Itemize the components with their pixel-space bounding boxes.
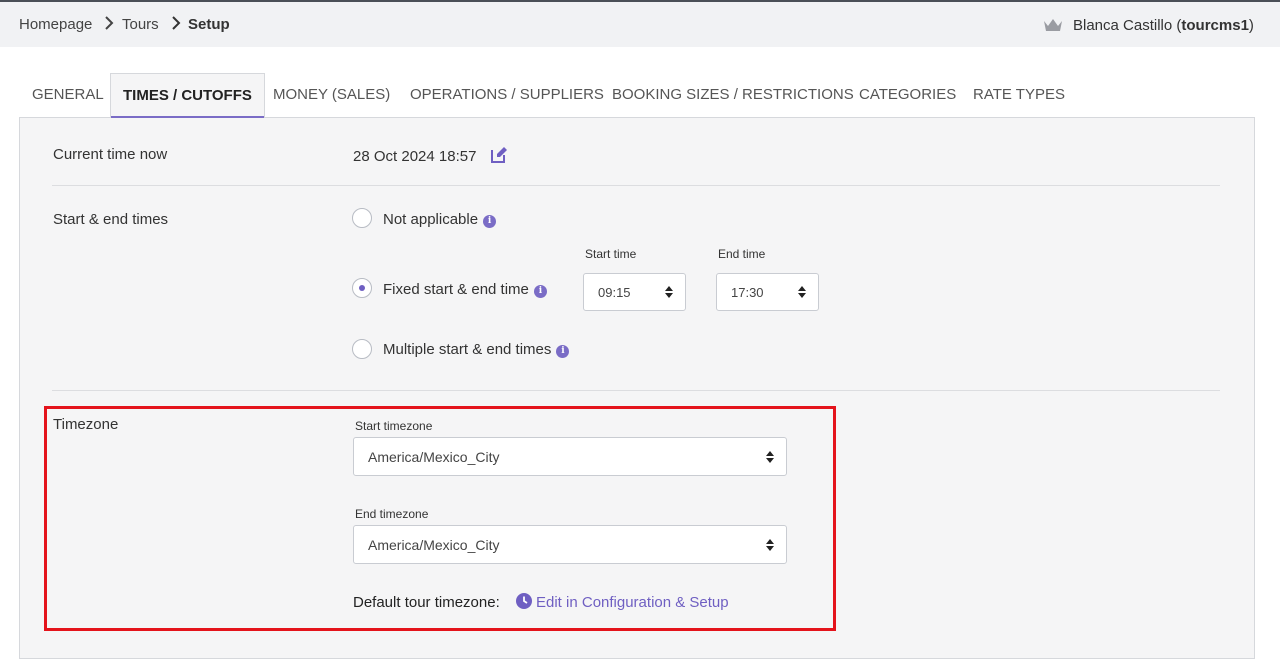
tab-categories[interactable]: CATEGORIES (859, 73, 956, 117)
end-time-select[interactable]: 17:30 (716, 273, 819, 311)
breadcrumb-current: Setup (188, 16, 230, 33)
option-label: Not applicable (383, 211, 479, 228)
option-multiple-start-end: Multiple start & end times i (383, 341, 570, 358)
current-time-label: Current time now (53, 146, 168, 163)
crown-icon (1044, 19, 1062, 31)
info-icon[interactable]: i (556, 345, 570, 358)
option-fixed-start-end: Fixed start & end time i (383, 281, 547, 298)
sort-arrows-icon (798, 286, 806, 298)
tab-operations-suppliers[interactable]: OPERATIONS / SUPPLIERS (410, 73, 604, 117)
tab-booking-sizes[interactable]: BOOKING SIZES / RESTRICTIONS (612, 73, 854, 117)
divider (52, 185, 1220, 186)
start-end-label: Start & end times (53, 211, 169, 228)
header-bar: Homepage Tours Setup Blanca Castillo (to… (0, 2, 1280, 47)
radio-fixed-start-end[interactable] (352, 278, 372, 298)
edit-icon[interactable] (490, 146, 508, 164)
info-icon[interactable]: i (483, 215, 497, 228)
user-menu[interactable]: Blanca Castillo (tourcms1) (1073, 17, 1254, 34)
divider (52, 390, 1220, 391)
breadcrumb-home[interactable]: Homepage (19, 16, 92, 33)
breadcrumb-tours[interactable]: Tours (122, 16, 159, 33)
user-name: Blanca Castillo ( (1073, 17, 1182, 34)
end-time-value: 17:30 (731, 285, 764, 300)
option-label: Fixed start & end time (383, 281, 529, 298)
chevron-right-icon (105, 16, 114, 30)
tab-times-cutoffs[interactable]: TIMES / CUTOFFS (110, 73, 265, 118)
info-icon[interactable]: i (533, 285, 547, 298)
radio-multiple-start-end[interactable] (352, 339, 372, 359)
end-time-label: End time (718, 247, 766, 261)
user-close: ) (1248, 17, 1254, 34)
option-not-applicable: Not applicable i (383, 211, 497, 228)
tab-rate-types[interactable]: RATE TYPES (973, 73, 1065, 117)
option-label: Multiple start & end times (383, 341, 552, 358)
tab-money-sales[interactable]: MONEY (SALES) (273, 73, 390, 117)
radio-not-applicable[interactable] (352, 208, 372, 228)
chevron-right-icon (172, 16, 181, 30)
current-time-value: 28 Oct 2024 18:57 (353, 148, 477, 165)
highlight-box (44, 406, 836, 631)
start-time-label: Start time (585, 247, 637, 261)
user-account: tourcms1 (1181, 17, 1249, 34)
sort-arrows-icon (665, 286, 673, 298)
start-time-select[interactable]: 09:15 (583, 273, 686, 311)
tab-general[interactable]: GENERAL (32, 73, 104, 117)
start-time-value: 09:15 (598, 285, 631, 300)
